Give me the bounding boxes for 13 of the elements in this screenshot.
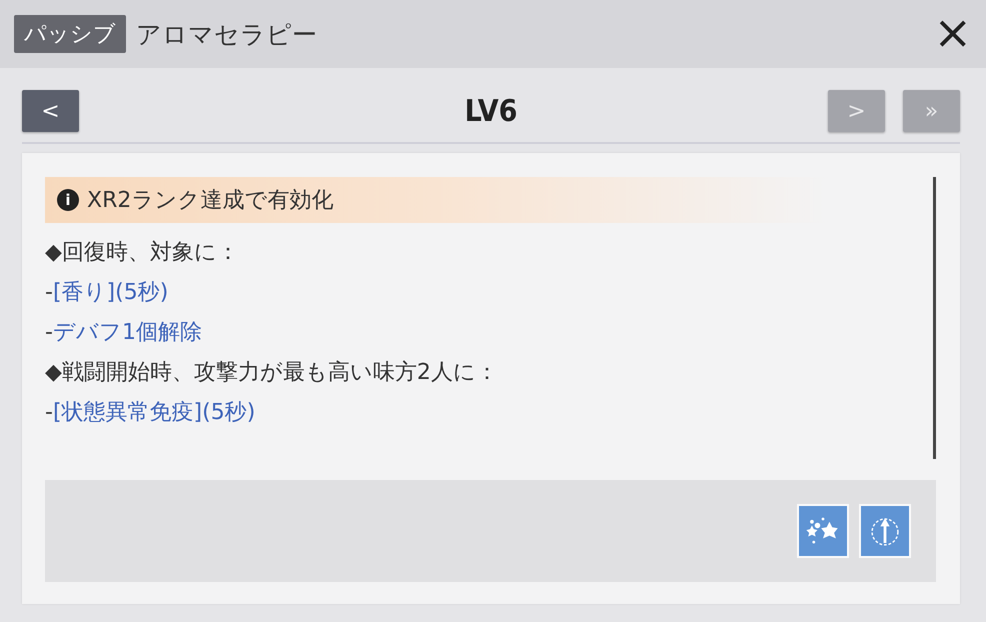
passive-tag: パッシブ <box>14 15 126 53</box>
effect-text: -[香り](5秒) <box>45 279 170 307</box>
effect-text: -デバフ1個解除 <box>45 319 203 347</box>
scrollbar[interactable] <box>933 177 936 459</box>
level-label: LV6 <box>464 94 518 128</box>
close-button[interactable]: × <box>933 9 972 59</box>
condition-text: ◆回復時、対象に： <box>45 239 240 267</box>
condition-text: ◆戦闘開始時、攻撃力が最も高い味方2人に： <box>45 359 499 387</box>
previous-button[interactable]: < <box>22 90 79 132</box>
notice-text: XR2ランク達成で有効化 <box>87 187 334 215</box>
effect-text: -[状態異常免疫](5秒) <box>45 399 256 427</box>
info-icon: i <box>57 189 79 211</box>
skill-title: アロマセラピー <box>136 18 318 50</box>
